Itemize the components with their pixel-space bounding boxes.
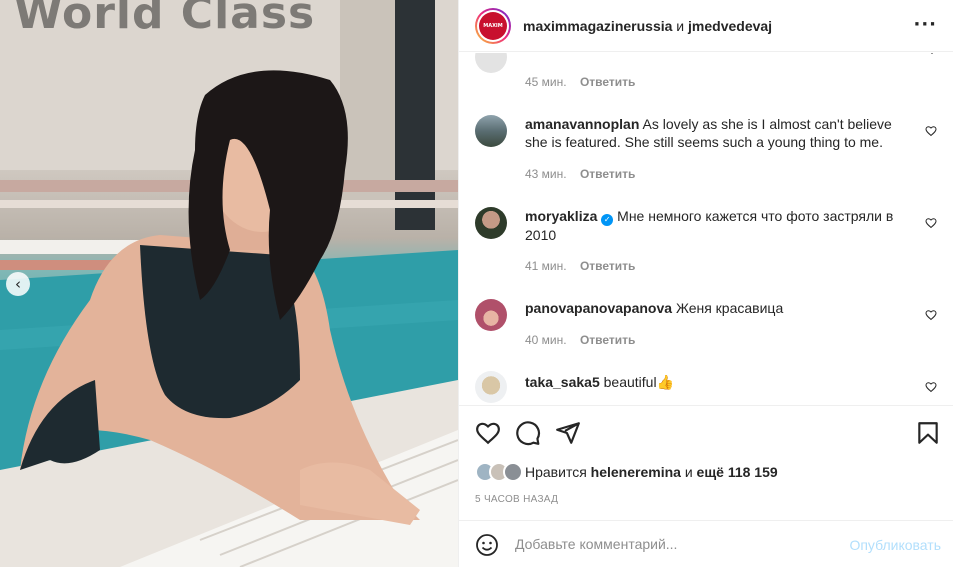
bookmark-icon[interactable] bbox=[915, 420, 941, 446]
chevron-left-icon: ‹ bbox=[15, 275, 21, 293]
coauthor-username-link[interactable]: jmedvedevaj bbox=[688, 18, 772, 34]
likes-summary[interactable]: Нравится heleneremina и ещё 118 159 bbox=[475, 462, 778, 482]
photo-sign-text: World Class bbox=[14, 0, 316, 39]
comment-username[interactable]: moryakliza bbox=[525, 208, 597, 224]
avatar[interactable]: MAXIM bbox=[475, 7, 511, 44]
emoji-icon[interactable] bbox=[475, 533, 499, 557]
likes-conjunction: и bbox=[684, 464, 693, 480]
more-horizontal-icon[interactable]: ··· bbox=[913, 14, 937, 35]
post-time: 5 ЧАСОВ НАЗАД bbox=[475, 494, 559, 505]
heart-icon[interactable] bbox=[925, 217, 937, 229]
comment-time: 41 мин. bbox=[525, 259, 567, 273]
likes-prefix: Нравится bbox=[525, 464, 587, 480]
author-username-link[interactable]: maximmagazinerussia bbox=[523, 18, 672, 34]
liker-username-link[interactable]: heleneremina bbox=[591, 464, 681, 480]
photo-illustration bbox=[0, 0, 458, 567]
avatar[interactable] bbox=[475, 371, 507, 403]
comment-time: 43 мин. bbox=[525, 167, 567, 181]
reply-button[interactable]: Ответить bbox=[580, 333, 635, 347]
comment-username[interactable]: taka_saka5 bbox=[525, 374, 600, 390]
comment-text-block: taka_saka5 beautiful👍 bbox=[525, 373, 915, 391]
reply-button[interactable]: Ответить bbox=[580, 75, 635, 89]
comment-text: Женя красавица bbox=[675, 300, 784, 316]
comment-time: 45 мин. bbox=[525, 75, 567, 89]
authors-conjunction: и bbox=[676, 17, 685, 34]
comment-text-block: moryakliza ✓ Мне немного кажется что фот… bbox=[525, 207, 915, 244]
liker-avatars bbox=[475, 462, 523, 482]
comment-text: beautiful👍 bbox=[603, 374, 675, 390]
comment-username[interactable]: panovapanovapanova bbox=[525, 300, 672, 316]
comment-meta: 43 мин. Ответить bbox=[525, 167, 635, 181]
heart-icon[interactable] bbox=[925, 125, 937, 137]
post-side-panel: MAXIM maximmagazinerussia и jmedvedevaj … bbox=[459, 0, 953, 567]
comment-text-block: amanavannoplan As lovely as she is I alm… bbox=[525, 115, 915, 151]
heart-icon[interactable] bbox=[925, 309, 937, 321]
post-authors: maximmagazinerussia и jmedvedevaj bbox=[523, 18, 772, 34]
reply-button[interactable]: Ответить bbox=[580, 167, 635, 181]
avatar[interactable] bbox=[475, 115, 507, 147]
chevron-down-icon[interactable] bbox=[927, 53, 937, 57]
avatar[interactable] bbox=[475, 53, 507, 73]
comments-list[interactable]: 45 мин. Ответить amanavannoplan As lovel… bbox=[459, 53, 953, 405]
avatar bbox=[503, 462, 523, 482]
maxim-logo-icon: MAXIM bbox=[479, 11, 507, 40]
comment-username[interactable]: amanavannoplan bbox=[525, 116, 639, 132]
add-comment-bar: Опубликовать bbox=[459, 520, 953, 567]
avatar[interactable] bbox=[475, 299, 507, 331]
send-icon[interactable] bbox=[555, 420, 581, 446]
likes-count-link[interactable]: ещё 118 159 bbox=[697, 464, 778, 480]
reply-button[interactable]: Ответить bbox=[580, 259, 635, 273]
verified-badge-icon: ✓ bbox=[601, 214, 614, 226]
carousel-prev-button[interactable]: ‹ bbox=[6, 272, 30, 296]
heart-icon[interactable] bbox=[475, 420, 501, 446]
comment-meta: 45 мин. Ответить bbox=[525, 75, 635, 89]
comment-text-block: panovapanovapanova Женя красавица bbox=[525, 299, 915, 317]
comment-meta: 41 мин. Ответить bbox=[525, 259, 635, 273]
post-photo[interactable]: World Class ‹ bbox=[0, 0, 458, 567]
comment-meta: 40 мин. Ответить bbox=[525, 333, 635, 347]
avatar[interactable] bbox=[475, 207, 507, 239]
comment-input[interactable] bbox=[515, 534, 835, 554]
heart-icon[interactable] bbox=[925, 381, 937, 393]
comment-time: 40 мин. bbox=[525, 333, 567, 347]
post-actions: Нравится heleneremina и ещё 118 159 5 ЧА… bbox=[459, 405, 953, 520]
publish-button[interactable]: Опубликовать bbox=[849, 537, 941, 553]
comment-icon[interactable] bbox=[515, 420, 541, 446]
post-header: MAXIM maximmagazinerussia и jmedvedevaj … bbox=[459, 0, 953, 52]
